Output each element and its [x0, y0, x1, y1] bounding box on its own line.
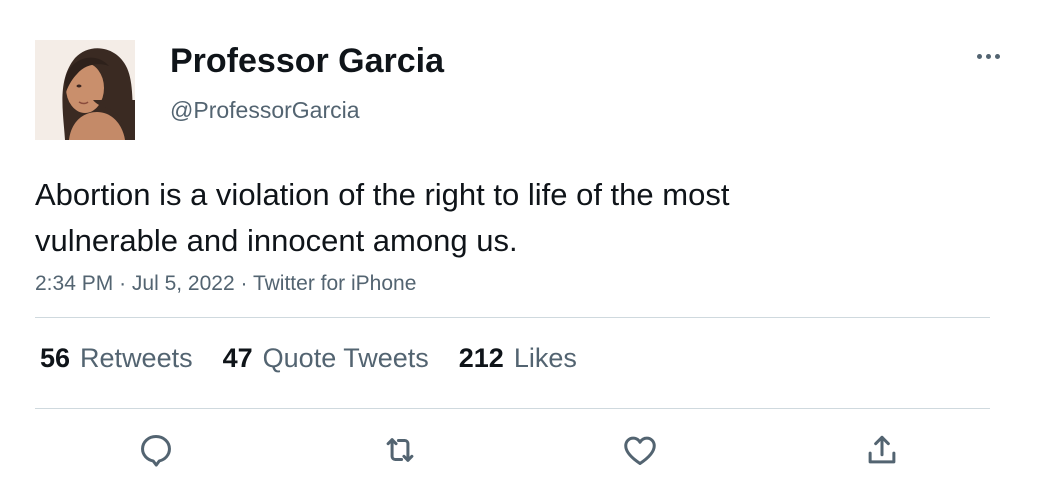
quote-tweets-label: Quote Tweets — [262, 343, 429, 373]
reply-icon — [141, 435, 171, 467]
reply-button[interactable] — [136, 430, 176, 470]
more-options-button[interactable] — [970, 44, 1006, 68]
more-dot-icon — [976, 53, 982, 59]
retweets-stat[interactable]: 56 Retweets — [40, 343, 193, 374]
more-dot-icon — [985, 53, 991, 59]
tweet-text: Abortion is a violation of the right to … — [35, 177, 730, 258]
divider — [35, 408, 990, 409]
tweet-meta: 2:34 PM · Jul 5, 2022 · Twitter for iPho… — [35, 272, 416, 296]
likes-count: 212 — [458, 343, 504, 373]
share-icon — [868, 435, 896, 464]
retweet-icon — [386, 438, 414, 462]
quote-tweets-stat[interactable]: 47 Quote Tweets — [223, 343, 429, 374]
divider — [35, 317, 990, 318]
meta-separator: · — [119, 272, 127, 295]
retweet-button[interactable] — [380, 430, 420, 470]
handle[interactable]: @ProfessorGarcia — [170, 97, 360, 124]
avatar[interactable] — [35, 40, 135, 140]
likes-stat[interactable]: 212 Likes — [459, 343, 577, 374]
quote-tweets-count: 47 — [222, 343, 253, 373]
heart-icon — [624, 436, 656, 465]
retweets-count: 56 — [40, 343, 71, 373]
tweet-source[interactable]: Twitter for iPhone — [253, 272, 416, 295]
more-dot-icon — [994, 53, 1000, 59]
retweets-label: Retweets — [80, 343, 193, 373]
tweet-date[interactable]: Jul 5, 2022 — [132, 272, 235, 295]
share-button[interactable] — [862, 430, 902, 470]
tweet-stats: 56 Retweets 47 Quote Tweets 212 Likes — [40, 343, 577, 374]
like-button[interactable] — [620, 430, 660, 470]
profile-photo-icon — [35, 40, 135, 140]
likes-label: Likes — [513, 343, 577, 373]
display-name[interactable]: Professor Garcia — [170, 42, 444, 81]
tweet-time[interactable]: 2:34 PM — [35, 272, 113, 295]
meta-separator: · — [240, 272, 248, 295]
